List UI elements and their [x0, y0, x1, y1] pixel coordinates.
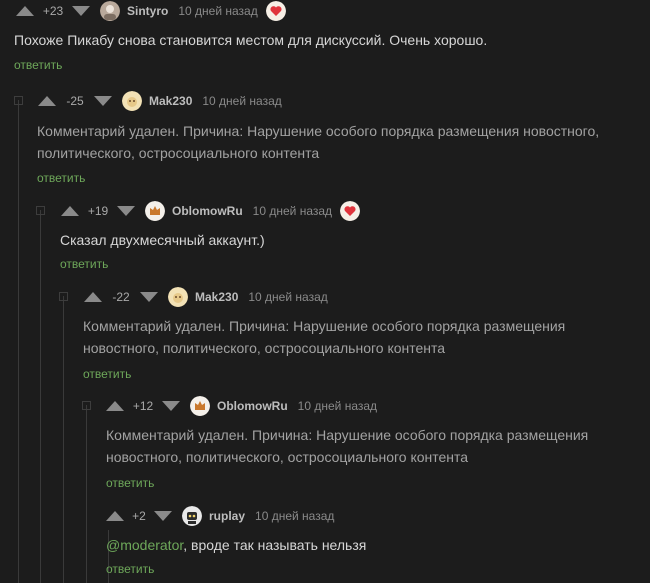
comment-header: -25 Mak230 10 дней назад	[38, 91, 282, 111]
comment-header: -22 Mak230 10 дней назад	[84, 287, 328, 307]
avatar[interactable]	[145, 201, 165, 221]
collapse-toggle[interactable]	[14, 96, 23, 105]
ruplay-avatar-icon	[182, 506, 202, 526]
avatar[interactable]	[182, 506, 202, 526]
avatar[interactable]	[100, 1, 120, 21]
comment-rating: +12	[132, 399, 154, 413]
reply-link[interactable]: ответить	[60, 257, 108, 271]
comment-time[interactable]: 10 дней назад	[253, 204, 332, 218]
username[interactable]: ruplay	[209, 509, 245, 523]
avatar[interactable]	[122, 91, 142, 111]
comment-rating: -25	[66, 94, 84, 108]
comment-rating: +2	[132, 509, 146, 523]
comment-time[interactable]: 10 дней назад	[178, 4, 257, 18]
downvote-icon[interactable]	[72, 6, 90, 16]
comment-rating: +19	[87, 204, 109, 218]
avatar[interactable]	[190, 396, 210, 416]
upvote-icon[interactable]	[106, 401, 124, 411]
comment-rating: +23	[42, 4, 64, 18]
mak230-avatar-icon	[122, 91, 142, 111]
comment-text: @moderator, вроде так называть нельзя	[106, 534, 626, 556]
comment-time[interactable]: 10 дней назад	[248, 290, 327, 304]
sintyro-avatar-icon	[100, 1, 120, 21]
reply-link[interactable]: ответить	[14, 58, 62, 72]
mak230-avatar-icon	[168, 287, 188, 307]
thread-line[interactable]	[18, 100, 19, 583]
comment-text-body: , вроде так называть нельзя	[183, 537, 367, 553]
downvote-icon[interactable]	[117, 206, 135, 216]
collapse-toggle[interactable]	[82, 401, 91, 410]
downvote-icon[interactable]	[140, 292, 158, 302]
reply-link[interactable]: ответить	[106, 476, 154, 490]
upvote-icon[interactable]	[84, 292, 102, 302]
comment-time[interactable]: 10 дней назад	[298, 399, 377, 413]
downvote-icon[interactable]	[154, 511, 172, 521]
comment-text: Сказал двухмесячный аккаунт.)	[60, 232, 265, 248]
comment-text: Комментарий удален. Причина: Нарушение о…	[37, 123, 600, 161]
thread-line[interactable]	[86, 405, 87, 583]
comment-header: +2 ruplay 10 дней назад	[106, 506, 334, 526]
thread-line[interactable]	[63, 296, 64, 583]
downvote-icon[interactable]	[162, 401, 180, 411]
upvote-icon[interactable]	[38, 96, 56, 106]
downvote-icon[interactable]	[94, 96, 112, 106]
collapse-toggle[interactable]	[59, 292, 68, 301]
oblomowru-avatar-icon	[145, 201, 165, 221]
comment-time[interactable]: 10 дней назад	[202, 94, 281, 108]
username[interactable]: Sintyro	[127, 4, 168, 18]
comment-time[interactable]: 10 дней назад	[255, 509, 334, 523]
username[interactable]: Mak230	[195, 290, 238, 304]
comment-header: +23 Sintyro 10 дней назад	[16, 1, 286, 21]
upvote-icon[interactable]	[16, 6, 34, 16]
avatar[interactable]	[168, 287, 188, 307]
heart-badge-icon	[265, 1, 286, 21]
comment-text: Комментарий удален. Причина: Нарушение о…	[106, 427, 589, 465]
user-mention[interactable]: @moderator	[106, 537, 183, 553]
reply-link[interactable]: ответить	[37, 171, 85, 185]
username[interactable]: OblomowRu	[172, 204, 243, 218]
username[interactable]: Mak230	[149, 94, 192, 108]
comment-header: +19 OblomowRu 10 дней назад	[61, 201, 361, 221]
heart-badge-icon	[340, 201, 361, 221]
username[interactable]: OblomowRu	[217, 399, 288, 413]
thread-line[interactable]	[40, 210, 41, 583]
reply-link[interactable]: ответить	[106, 562, 154, 576]
upvote-icon[interactable]	[106, 511, 124, 521]
reply-link[interactable]: ответить	[83, 367, 131, 381]
comment-text: Похоже Пикабу снова становится местом дл…	[14, 32, 488, 48]
comment-text: Комментарий удален. Причина: Нарушение о…	[83, 318, 566, 356]
collapse-toggle[interactable]	[36, 206, 45, 215]
oblomowru-avatar-icon	[190, 396, 210, 416]
upvote-icon[interactable]	[61, 206, 79, 216]
comment-header: +12 OblomowRu 10 дней назад	[106, 396, 377, 416]
comment-rating: -22	[112, 290, 130, 304]
